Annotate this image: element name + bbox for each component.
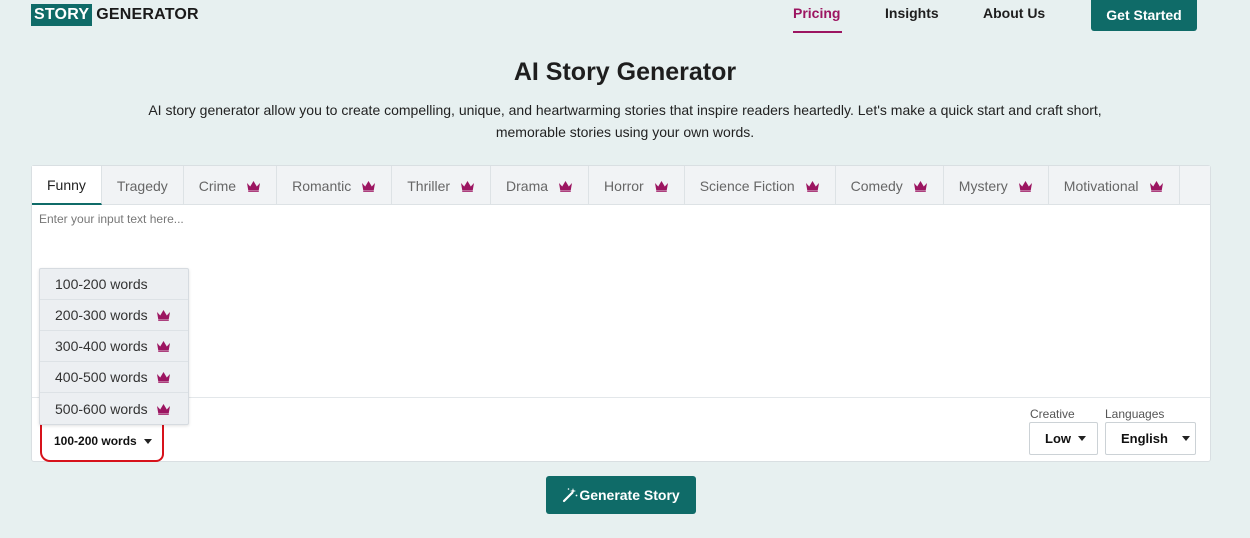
crown-icon bbox=[156, 340, 171, 352]
genre-tabs: Funny Tragedy Crime Romantic Thriller Drama Ho… bbox=[32, 166, 1210, 205]
tab-label: Thriller bbox=[407, 177, 451, 194]
tab-drama[interactable]: Drama bbox=[491, 166, 590, 205]
divider bbox=[32, 397, 1210, 398]
word-count-option[interactable]: 100-200 words bbox=[40, 269, 188, 300]
word-count-option-label: 100-200 words bbox=[55, 276, 148, 292]
crown-icon bbox=[156, 309, 171, 321]
tab-label: Tragedy bbox=[116, 177, 168, 194]
tab-tragedy[interactable]: Tragedy bbox=[102, 166, 184, 205]
logo[interactable]: STORY GENERATOR bbox=[31, 4, 199, 26]
word-count-option[interactable]: 200-300 words bbox=[40, 300, 188, 331]
crown-icon bbox=[156, 371, 171, 383]
tab-romantic[interactable]: Romantic bbox=[277, 166, 393, 205]
tab-crime[interactable]: Crime bbox=[184, 166, 278, 205]
magic-wand-icon bbox=[562, 487, 578, 503]
tab-motivational[interactable]: Motivational bbox=[1049, 166, 1180, 205]
page-subtitle: AI story generator allow you to create c… bbox=[148, 102, 1102, 140]
tab-science-fiction[interactable]: Science Fiction bbox=[685, 166, 836, 205]
crown-icon bbox=[460, 180, 475, 192]
generate-story-button[interactable]: Generate Story bbox=[546, 476, 696, 514]
caret-down-icon bbox=[1078, 436, 1086, 441]
creative-select[interactable]: Low bbox=[1029, 422, 1098, 455]
languages-select[interactable]: English bbox=[1105, 422, 1196, 455]
story-input[interactable]: Enter your input text here... bbox=[39, 212, 184, 226]
tab-funny[interactable]: Funny bbox=[32, 166, 102, 205]
logo-box: STORY bbox=[31, 4, 93, 26]
word-count-option-label: 400-500 words bbox=[55, 369, 148, 385]
crown-icon bbox=[361, 180, 376, 192]
tab-label: Drama bbox=[506, 177, 549, 194]
tab-label: Romantic bbox=[292, 177, 352, 194]
generate-story-label: Generate Story bbox=[579, 487, 680, 503]
nav-about-us[interactable]: About Us bbox=[983, 5, 1045, 21]
nav-pricing[interactable]: Pricing bbox=[793, 5, 840, 21]
languages-value: English bbox=[1121, 431, 1168, 446]
nav-active-underline bbox=[793, 31, 842, 33]
tab-comedy[interactable]: Comedy bbox=[836, 166, 944, 205]
word-count-dropdown: 100-200 words 200-300 words 300-400 words 4… bbox=[39, 268, 189, 425]
story-generator-card: Funny Tragedy Crime Romantic Thriller Drama Ho… bbox=[31, 165, 1211, 462]
creative-value: Low bbox=[1045, 431, 1071, 446]
crown-icon bbox=[156, 403, 171, 415]
word-count-option[interactable]: 500-600 words bbox=[40, 393, 188, 424]
tab-label: Funny bbox=[47, 176, 86, 193]
page-title: AI Story Generator bbox=[513, 58, 737, 86]
word-count-option[interactable]: 300-400 words bbox=[40, 331, 188, 362]
word-count-option-label: 500-600 words bbox=[55, 400, 148, 417]
crown-icon bbox=[1149, 180, 1164, 192]
tab-label: Science Fiction bbox=[699, 177, 795, 194]
word-count-option[interactable]: 400-500 words bbox=[40, 362, 188, 393]
word-count-option-label: 200-300 words bbox=[55, 307, 148, 323]
tab-mystery[interactable]: Mystery bbox=[944, 166, 1049, 205]
word-count-option-label: 300-400 words bbox=[55, 338, 148, 354]
crown-icon bbox=[654, 180, 669, 192]
crown-icon bbox=[913, 180, 928, 192]
tab-horror[interactable]: Horror bbox=[589, 166, 685, 205]
creative-label: Creative bbox=[1030, 407, 1075, 421]
get-started-button[interactable]: Get Started bbox=[1091, 0, 1197, 31]
tab-label: Crime bbox=[198, 177, 237, 194]
crown-icon bbox=[805, 180, 820, 192]
crown-icon bbox=[246, 180, 261, 192]
tab-label: Mystery bbox=[958, 177, 1008, 194]
tab-label: Horror bbox=[604, 177, 644, 194]
tab-label: Motivational bbox=[1063, 177, 1139, 194]
tab-label: Comedy bbox=[850, 177, 903, 194]
caret-down-icon bbox=[1181, 436, 1190, 441]
crown-icon bbox=[1018, 180, 1033, 192]
languages-label: Languages bbox=[1105, 407, 1165, 421]
crown-icon bbox=[558, 180, 573, 192]
nav-insights[interactable]: Insights bbox=[885, 5, 939, 21]
tab-thriller[interactable]: Thriller bbox=[392, 166, 492, 205]
logo-text: GENERATOR bbox=[96, 6, 199, 23]
site-header: STORY GENERATOR Pricing Insights About U… bbox=[0, 0, 1250, 40]
red-annotation-mark bbox=[40, 424, 164, 462]
